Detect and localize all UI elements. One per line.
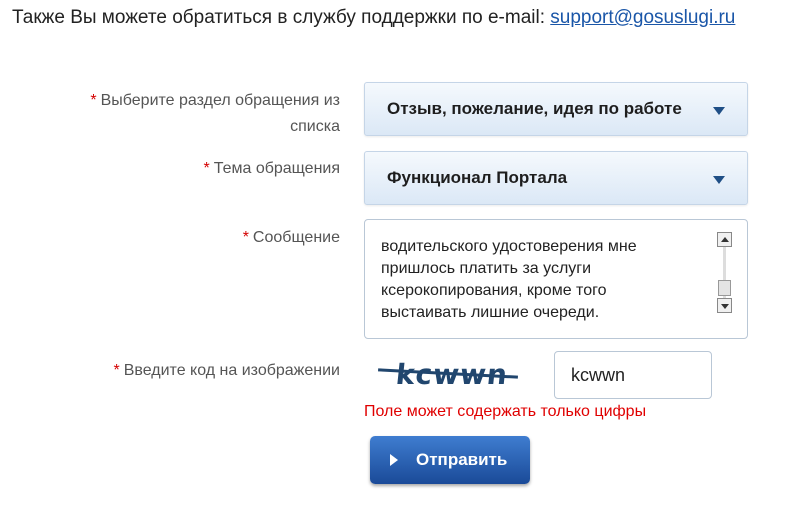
message-label: * Сообщение [243,225,340,251]
support-email-link[interactable]: support@gosuslugi.ru [550,7,735,28]
required-marker: * [90,92,97,109]
chevron-down-icon [713,107,725,115]
captcha-error-message: Поле может содержать только цифры [364,403,647,420]
section-select[interactable]: Отзыв, пожелание, идея по работе [364,82,748,136]
support-intro-text: Также Вы можете обратиться в службу подд… [12,7,551,28]
submit-button-label: Отправить [416,450,508,469]
message-textarea[interactable]: водительского удостоверения мне пришлось… [364,219,748,339]
section-label-line2: списка [290,118,340,135]
captcha-label-text: Введите код на изображении [123,362,340,379]
chevron-down-icon [713,176,725,184]
captcha-label: * Введите код на изображении [114,358,341,384]
topic-select[interactable]: Функционал Портала [364,151,748,205]
play-icon [390,454,398,466]
message-scrollbar[interactable] [717,232,733,313]
scroll-thumb[interactable] [718,280,731,296]
scroll-down-icon[interactable] [717,298,732,313]
support-intro: Также Вы можете обратиться в службу подд… [12,7,735,29]
section-label: * Выберите раздел обращения из списка [90,88,340,140]
message-label-text: Сообщение [252,229,340,246]
captcha-image: kcwwn [378,358,518,392]
required-marker: * [242,229,249,246]
required-marker: * [113,362,120,379]
topic-label: * Тема обращения [203,156,340,182]
scroll-up-icon[interactable] [717,232,732,247]
section-label-line1: Выберите раздел обращения из [100,92,340,109]
message-text: водительского удостоверения мне пришлось… [381,238,637,321]
topic-label-text: Тема обращения [213,160,340,177]
submit-button[interactable]: Отправить [370,436,530,484]
section-select-value: Отзыв, пожелание, идея по работе [387,99,682,118]
topic-select-value: Функционал Портала [387,168,568,187]
captcha-code-input[interactable]: kcwwn [554,351,712,399]
required-marker: * [203,160,210,177]
